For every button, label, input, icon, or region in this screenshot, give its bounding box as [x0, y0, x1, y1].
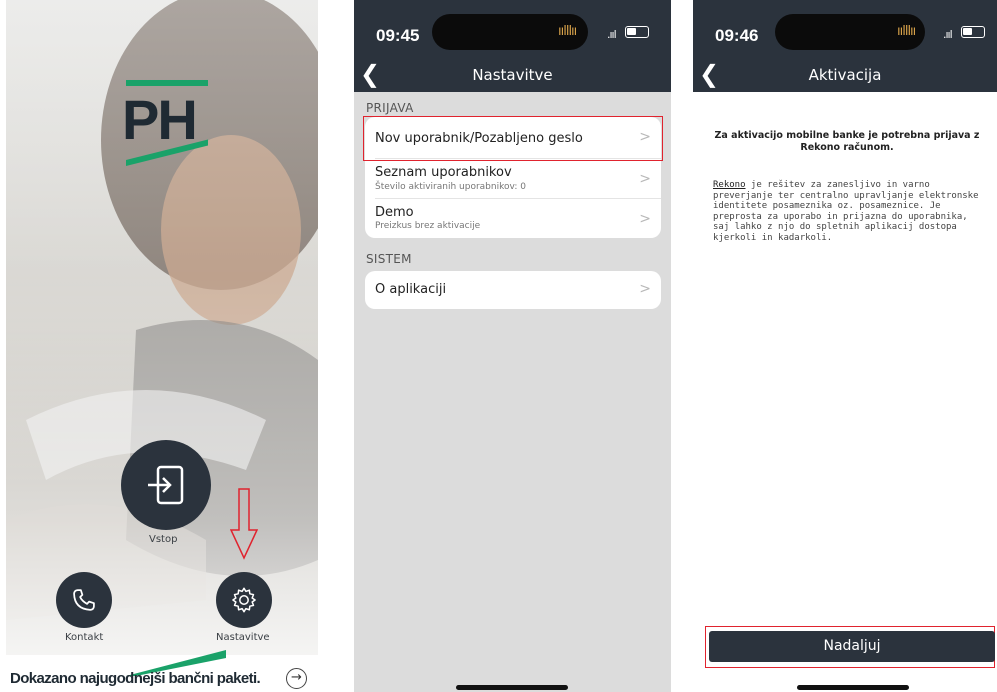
audio-wave-icon: ıılllıı	[897, 24, 916, 39]
highlight-new-user	[363, 116, 663, 161]
logo: PH	[122, 88, 198, 151]
page-title: Aktivacija	[808, 66, 882, 84]
splash-screen: PH Vstop Kontakt Nastavitve Dokazano naj…	[6, 0, 318, 692]
phone-icon	[73, 589, 95, 611]
rekono-link[interactable]: Rekono	[713, 180, 746, 190]
nav-header: 09:45 ıılllıı .ııl ❮ Nastavitve	[354, 0, 671, 92]
battery-icon	[625, 26, 649, 38]
row-users-label: Seznam uporabnikov	[375, 165, 512, 180]
nav-header: 09:46 ıılllıı .ııl ❮ Aktivacija	[693, 0, 997, 92]
gear-icon	[232, 587, 256, 613]
chevron-right-icon: >	[639, 211, 651, 227]
section-login: PRIJAVA	[366, 101, 414, 115]
login-button[interactable]	[121, 440, 211, 530]
row-demo-label: Demo	[375, 205, 414, 220]
settings-button[interactable]	[216, 572, 272, 628]
section-system: SISTEM	[366, 252, 412, 266]
logo-top-bar	[126, 80, 208, 86]
audio-wave-icon: ıılllıı	[558, 24, 577, 39]
signal-icon: .ııl	[943, 28, 953, 41]
dynamic-island: ıılllıı	[432, 14, 588, 50]
row-users-subtitle: Število aktiviranih uporabnikov: 0	[375, 182, 526, 192]
settings-label: Nastavitve	[216, 632, 270, 643]
banner-text: Dokazano najugodnejši bančni paketi.	[10, 670, 261, 687]
row-users[interactable]: Seznam uporabnikov Število aktiviranih u…	[365, 159, 661, 199]
dynamic-island: ıılllıı	[775, 14, 925, 50]
contact-label: Kontakt	[65, 632, 104, 643]
chevron-right-icon: >	[639, 171, 651, 187]
arrow-right-circle-icon[interactable]: →	[286, 668, 307, 689]
home-indicator	[456, 685, 568, 690]
activation-body: Rekono je rešitev za zanesljivo in varno…	[713, 180, 979, 244]
activation-body-text: je rešitev za zanesljivo in varno prever…	[713, 180, 979, 244]
settings-screen: 09:45 ıılllıı .ııl ❮ Nastavitve PRIJAVA …	[354, 0, 671, 692]
activation-screen: 09:46 ıılllıı .ııl ❮ Aktivacija Za aktiv…	[693, 0, 997, 692]
chevron-right-icon: >	[639, 281, 651, 297]
login-label: Vstop	[149, 534, 178, 545]
status-time: 09:46	[715, 26, 759, 45]
signal-icon: .ııl	[607, 28, 617, 41]
battery-icon	[961, 26, 985, 38]
row-demo[interactable]: Demo Preizkus brez aktivacije >	[365, 199, 661, 238]
home-indicator	[797, 685, 909, 690]
row-about[interactable]: O aplikaciji >	[365, 271, 661, 309]
login-icon	[148, 465, 184, 505]
page-title: Nastavitve	[472, 66, 553, 84]
row-about-label: O aplikaciji	[375, 282, 447, 297]
row-demo-subtitle: Preizkus brez aktivacije	[375, 221, 481, 231]
system-card: O aplikaciji >	[365, 271, 661, 309]
contact-button[interactable]	[56, 572, 112, 628]
status-time: 09:45	[376, 26, 420, 45]
continue-button[interactable]: Nadaljuj	[709, 631, 995, 662]
arrow-down-annotation-icon	[230, 488, 258, 560]
activation-heading: Za aktivacijo mobilne banke je potrebna …	[714, 130, 980, 153]
